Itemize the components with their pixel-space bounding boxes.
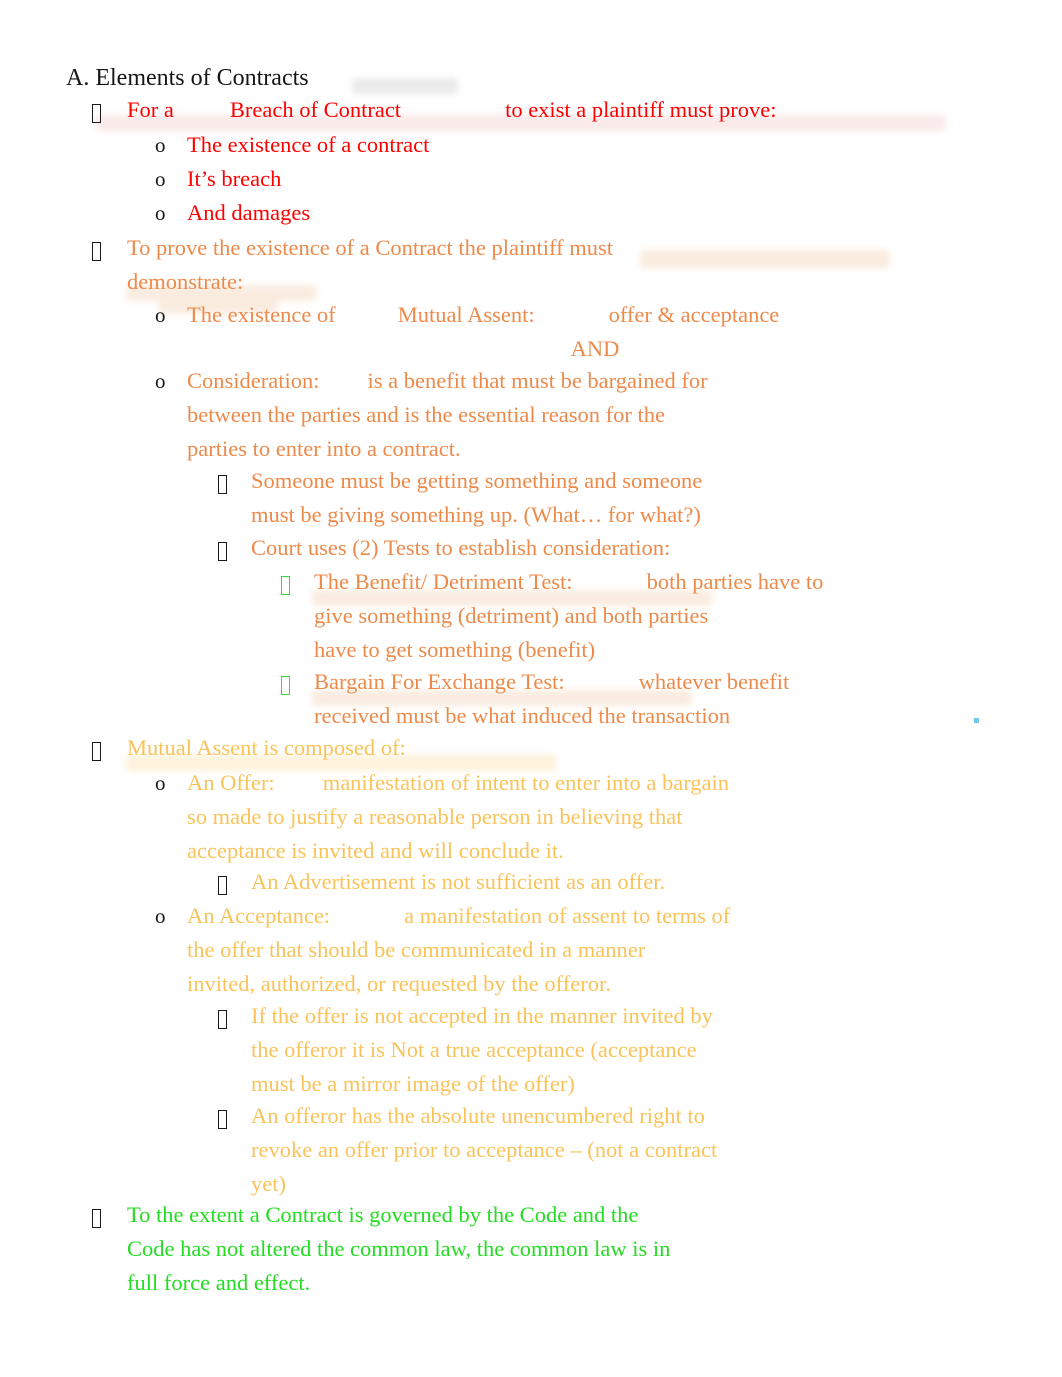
code-line3: full force and effect. [127, 1270, 311, 1296]
acceptance-line2: the offer that should be communicated in… [187, 937, 646, 963]
test-label: The Benefit/ Detriment Test: [314, 569, 573, 594]
offer-line2: so made to justify a reasonable person i… [187, 804, 683, 830]
outline-item-consideration-sub-0: Someone must be getting something and so… [218, 464, 1008, 532]
consideration-line2: between the parties and is the essential… [187, 402, 665, 428]
bullet-o-icon: o [155, 369, 166, 393]
offer-label: An Offer: [187, 770, 275, 795]
breach-item-text: It’s breach [187, 166, 282, 191]
outline-item-acceptance-sub-1: An offeror has the absolute unencumbered… [218, 1099, 1008, 1202]
test-line2: received must be what induced the transa… [314, 703, 731, 729]
outline-item-prove-existence: To prove the existence of a Contract the… [92, 231, 992, 299]
bullet-o-icon: o [155, 904, 166, 928]
consideration-sub-line1: Court uses (2) Tests to establish consid… [251, 535, 671, 560]
acceptance-line3: invited, authorized, or requested by the… [187, 971, 611, 997]
test-line1: both parties have to [646, 569, 824, 594]
bullet-box-icon [92, 93, 127, 127]
bullet-box-icon [92, 231, 127, 265]
bullet-box-icon [218, 464, 251, 498]
bullet-o-icon: o [155, 167, 166, 191]
and-text: AND [570, 336, 620, 361]
outline-item-test-bargain-exchange: Bargain For Exchange Test: whatever benef… [281, 665, 1021, 733]
outline-item-code-governance: To the extent a Contract is governed by … [92, 1198, 992, 1301]
page-title: A. Elements of Contracts [66, 65, 309, 91]
bullet-o-icon: o [155, 303, 166, 327]
mutual-assent-a: The existence of [187, 302, 336, 327]
offer-line3: acceptance is invited and will conclude … [187, 838, 564, 864]
test-line2: give something (detriment) and both part… [314, 603, 709, 629]
bullet-box-icon [218, 999, 251, 1033]
and-connector: AND [155, 332, 985, 366]
test-label: Bargain For Exchange Test: [314, 669, 565, 694]
bullet-box-icon [281, 665, 314, 699]
bullet-box-icon [92, 731, 127, 765]
document-page: A. Elements of Contracts For a Breach of … [0, 0, 1062, 1377]
outline-item-advertisement: An Advertisement is not sufficient as an… [218, 865, 1008, 899]
outline-item-test-benefit-detriment: The Benefit/ Detriment Test: both parties… [281, 565, 1021, 668]
outline-item-an-acceptance: o An Acceptance: a manifestation of assen… [155, 899, 1005, 1002]
outline-item-mutual-assent-section: Mutual Assent is composed of: [92, 731, 992, 765]
prove-line2: demonstrate: [127, 269, 244, 295]
test-line3: have to get something (benefit) [314, 637, 596, 663]
outline-item-breach-0: o The existence of a contract [155, 128, 1005, 162]
mutual-assent-b: Mutual Assent: [397, 302, 535, 327]
breach-lead-c: to exist a plaintiff must prove: [505, 97, 777, 122]
acceptance-label: An Acceptance: [187, 903, 331, 928]
acceptance-sub-line2: the offeror it is Not a true acceptance … [251, 1037, 697, 1063]
offer-line1: manifestation of intent to enter into a … [322, 770, 730, 795]
bullet-o-icon: o [155, 133, 166, 157]
test-line1: whatever benefit [638, 669, 790, 694]
acceptance-sub-line2: revoke an offer prior to acceptance – (n… [251, 1137, 718, 1163]
bullet-box-icon [281, 565, 314, 599]
bullet-o-icon: o [155, 771, 166, 795]
outline-item-acceptance-sub-0: If the offer is not accepted in the mann… [218, 999, 1008, 1102]
outline-item-mutual-assent: o The existence of Mutual Assent: offer & … [155, 298, 1005, 332]
code-line2: Code has not altered the common law, the… [127, 1236, 671, 1262]
outline-item-breach-1: o It’s breach [155, 162, 1005, 196]
consideration-sub-line2: must be giving something up. (What… for … [251, 502, 701, 528]
advertisement-text: An Advertisement is not sufficient as an… [251, 869, 666, 894]
acceptance-sub-line1: If the offer is not accepted in the mann… [251, 1003, 713, 1028]
outline-item-consideration: o Consideration: is a benefit that must b… [155, 364, 1005, 467]
acceptance-sub-line1: An offeror has the absolute unencumbered… [251, 1103, 705, 1128]
mutual-assent-section-lead: Mutual Assent is composed of: [127, 735, 406, 760]
consideration-line3: parties to enter into a contract. [187, 436, 461, 462]
outline-item-an-offer: o An Offer: manifestation of intent to en… [155, 766, 1005, 869]
bullet-o-icon: o [155, 201, 166, 225]
bullet-box-icon [218, 1099, 251, 1133]
breach-lead-a: For a [127, 97, 174, 122]
code-line1: To the extent a Contract is governed by … [127, 1202, 639, 1227]
bullet-box-icon [218, 865, 251, 899]
highlight-smudge [352, 78, 458, 94]
bullet-box-icon [92, 1198, 127, 1232]
acceptance-sub-line3: yet) [251, 1171, 286, 1197]
breach-item-text: And damages [187, 200, 311, 225]
breach-item-text: The existence of a contract [187, 132, 430, 157]
acceptance-sub-line3: must be a mirror image of the offer) [251, 1071, 575, 1097]
bullet-box-icon [218, 531, 251, 565]
prove-line1: To prove the existence of a Contract the… [127, 235, 613, 260]
consideration-label: Consideration: [187, 368, 320, 393]
breach-lead-b: Breach of Contract [229, 97, 402, 122]
consideration-sub-line1: Someone must be getting something and so… [251, 468, 703, 493]
consideration-line1: is a benefit that must be bargained for [367, 368, 708, 393]
outline-item-breach-lead: For a Breach of Contract to exist a plaint… [92, 93, 992, 127]
mutual-assent-c: offer & acceptance [608, 302, 780, 327]
outline-item-consideration-sub-1: Court uses (2) Tests to establish consid… [218, 531, 1008, 565]
acceptance-line1: a manifestation of assent to terms of [404, 903, 731, 928]
outline-item-breach-2: o And damages [155, 196, 1005, 230]
